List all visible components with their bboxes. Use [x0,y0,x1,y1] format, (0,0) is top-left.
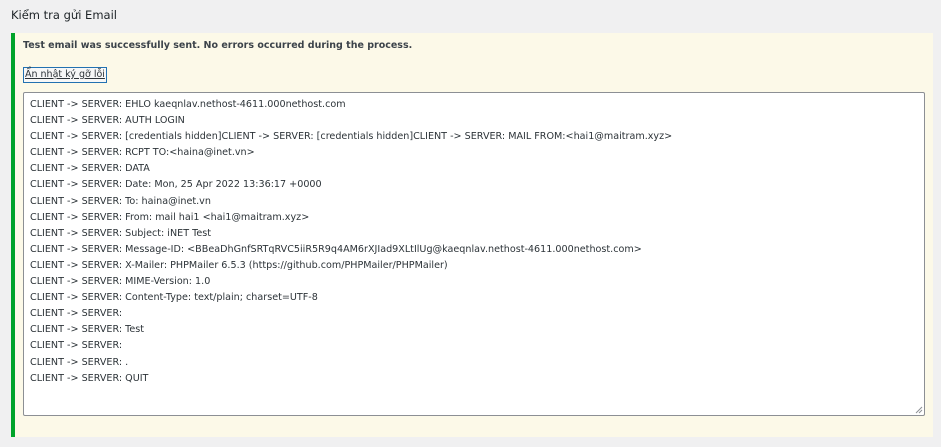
log-line: CLIENT -> SERVER: MIME-Version: 1.0 [30,276,211,288]
log-line: CLIENT -> SERVER: Content-Type: text/pla… [30,292,318,304]
log-line: CLIENT -> SERVER: [30,308,126,320]
log-line: CLIENT -> SERVER: Test [30,324,145,336]
log-line: CLIENT -> SERVER: Date: Mon, 25 Apr 2022… [30,179,322,191]
log-line: CLIENT -> SERVER: [30,340,126,352]
debug-log-textarea[interactable]: CLIENT -> SERVER: EHLO kaeqnlav.nethost-… [23,92,925,416]
log-line: CLIENT -> SERVER: RCPT TO:<haina@inet.vn… [30,147,255,159]
log-line: CLIENT -> SERVER: [credentials hidden]CL… [30,131,673,143]
debug-log-lines: CLIENT -> SERVER: EHLO kaeqnlav.nethost-… [30,97,918,387]
log-line: CLIENT -> SERVER: QUIT [30,372,149,384]
log-line: CLIENT -> SERVER: To: haina@inet.vn [30,195,211,207]
log-line: CLIENT -> SERVER: . [30,356,129,368]
email-test-page: Kiểm tra gửi Email Test email was succes… [0,0,941,447]
resize-handle-icon[interactable] [914,405,923,414]
log-line: CLIENT -> SERVER: Subject: iNET Test [30,227,211,239]
log-line: CLIENT -> SERVER: From: mail hai1 <hai1@… [30,211,310,223]
success-notice: Test email was successfully sent. No err… [11,33,933,437]
toggle-debug-log-button[interactable]: Ẩn nhật ký gỡ lỗi [23,67,107,83]
section-title: Kiểm tra gửi Email [11,8,117,22]
log-line: CLIENT -> SERVER: X-Mailer: PHPMailer 6.… [30,259,448,271]
notice-message: Test email was successfully sent. No err… [23,40,413,51]
log-line: CLIENT -> SERVER: DATA [30,163,150,175]
log-line: CLIENT -> SERVER: AUTH LOGIN [30,115,185,127]
log-line: CLIENT -> SERVER: Message-ID: <BBeaDhGnf… [30,243,642,255]
log-line: CLIENT -> SERVER: EHLO kaeqnlav.nethost-… [30,99,346,110]
